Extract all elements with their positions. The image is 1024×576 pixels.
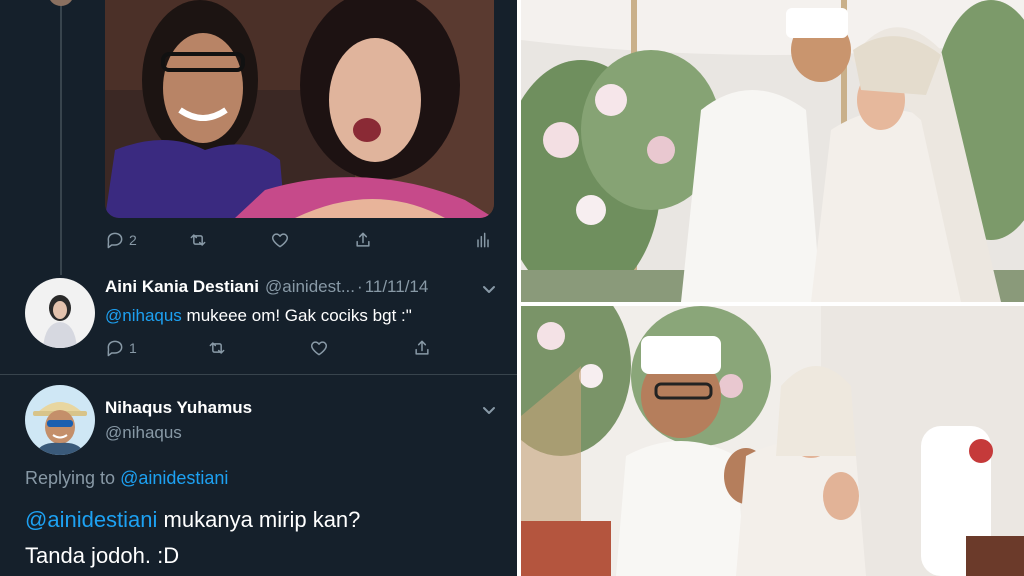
aini-separator: · [357,277,363,296]
nihaqus-menu-button[interactable] [481,402,497,418]
chevron-down-icon [483,407,495,414]
replying-to-line: Replying to @ainidestiani [25,468,228,489]
share-icon [356,232,370,247]
aini-date[interactable]: 11/11/14 [365,277,429,297]
reply-icon [107,340,123,357]
nihaqus-tweet-line-1-text: mukanya mirip kan? [157,507,361,532]
aini-tweet-body: mukeee om! Gak cociks bgt :" [181,306,412,325]
wedding-photo-bottom [521,306,1024,576]
nihaqus-mention-link[interactable]: @ainidestiani [25,507,157,532]
nihaqus-tweet-line-2: Tanda jodoh. :D [25,543,180,568]
nihaqus-tweet-line-1: @ainidestiani mukanya mirip kan? [25,504,360,536]
tweet-photo-image [105,0,494,218]
aini-display-name[interactable]: Aini Kania Destiani [105,277,259,297]
like-action[interactable] [270,230,290,250]
wedding-photo-top-image [521,0,1024,302]
chevron-down-icon [483,286,495,293]
share-icon [415,340,429,355]
nihaqus-avatar-image [25,385,95,455]
nihaqus-handle-row: @nihaqus [99,423,182,443]
nihaqus-avatar[interactable] [25,385,95,455]
reply-action[interactable]: 2 [105,230,137,250]
retweet-icon [190,234,206,246]
thread-connector-line [60,0,62,275]
analytics-icon [477,232,489,248]
share-action[interactable] [353,230,373,250]
replying-to-label: Replying to [25,468,121,488]
previous-tweet-avatar[interactable] [48,0,74,6]
nihaqus-name-row: Nihaqus Yuhamus [105,398,252,418]
nihaqus-display-name[interactable]: Nihaqus Yuhamus [105,398,252,418]
aini-like-action[interactable] [309,338,329,358]
replying-to-handle[interactable]: @ainidestiani [120,468,228,488]
aini-share-action[interactable] [412,338,432,358]
nihaqus-handle[interactable]: @nihaqus [105,423,182,443]
tweet-divider [0,374,517,375]
reply-icon [107,232,123,249]
aini-avatar[interactable] [25,278,95,348]
aini-reply-count: 1 [129,340,137,356]
like-icon [271,233,289,248]
retweet-icon [209,342,225,354]
aini-handle[interactable]: @ainidest... [265,277,355,297]
twitter-thread-panel: 2 Aini Kania Destiani @ainidest... · 11/… [0,0,517,576]
aini-reply-action[interactable]: 1 [105,338,137,358]
tweet-photo[interactable] [105,0,494,218]
aini-retweet-action[interactable] [207,338,227,358]
reply-count: 2 [129,232,137,248]
aini-tweet-text: @nihaqus mukeee om! Gak cociks bgt :" [105,306,412,326]
aini-avatar-image [25,278,95,348]
aini-menu-button[interactable] [481,281,497,297]
like-icon [310,341,328,356]
retweet-action[interactable] [188,230,208,250]
aini-name-row: Aini Kania Destiani @ainidest... · 11/11… [105,277,428,297]
aini-mention-link[interactable]: @nihaqus [105,306,182,325]
analytics-action[interactable] [473,230,493,250]
wedding-photo-bottom-image [521,306,1024,576]
wedding-photo-top [521,0,1024,302]
